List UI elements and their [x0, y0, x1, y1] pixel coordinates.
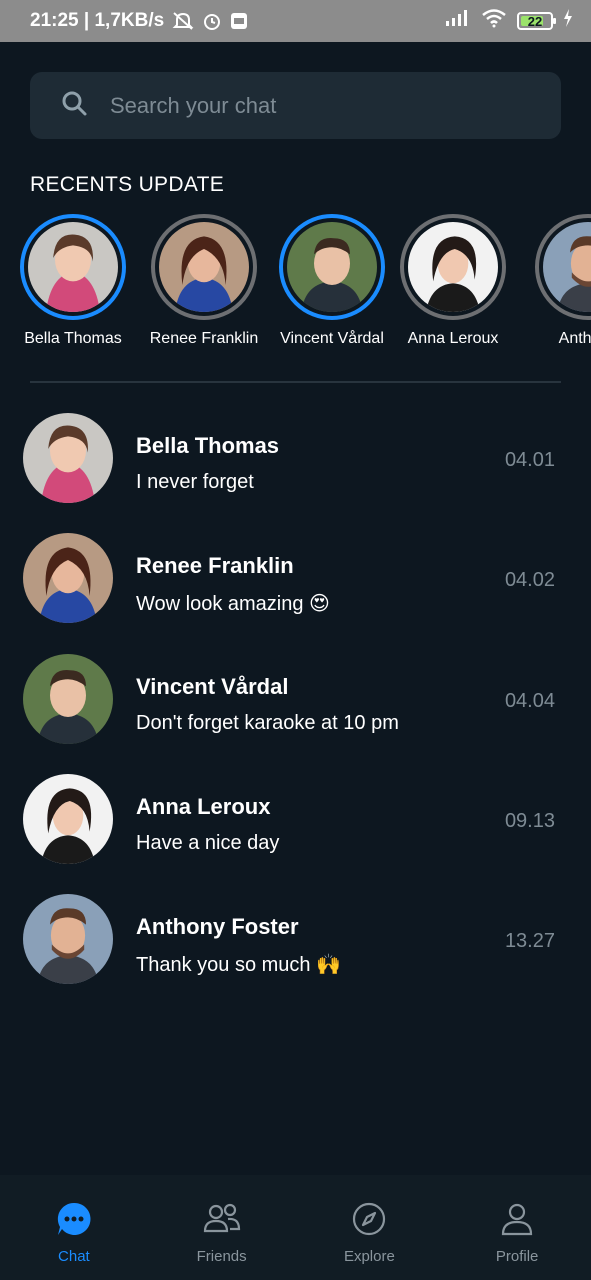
user-icon: [499, 1201, 535, 1242]
nav-chat-label: Chat: [58, 1248, 90, 1265]
story-ring: [279, 214, 385, 320]
raising-hands-emoji-icon: 🙌: [316, 952, 341, 976]
nav-chat[interactable]: Chat: [0, 1175, 148, 1280]
story-item[interactable]: Renee Franklin: [134, 214, 274, 348]
chat-time: 13.27: [504, 930, 555, 952]
story-name: Renee Franklin: [149, 330, 259, 347]
nav-explore-label: Explore: [343, 1248, 395, 1265]
signal-icon: [445, 9, 471, 33]
chat-message: Have a nice day: [136, 832, 280, 854]
charging-icon: [563, 9, 573, 33]
chat-name: Anna Leroux: [136, 794, 271, 819]
avatar: [287, 222, 377, 312]
battery-icon: 22: [517, 12, 556, 30]
avatar: [23, 774, 113, 864]
story-name: Anthony: [558, 330, 591, 347]
story-name: Bella Thomas: [24, 330, 122, 347]
chat-name: Anthony Foster: [136, 914, 299, 939]
chat-time: 09.13: [504, 810, 555, 832]
story-ring: [151, 214, 257, 320]
divider: [30, 381, 561, 383]
chat-bubble-icon: [56, 1201, 92, 1242]
chat-message: Don't forget karaoke at 10 pm: [136, 712, 399, 734]
alarm-icon: [202, 11, 222, 31]
chat-list-item[interactable]: Vincent Vårdal Don't forget karaoke at 1…: [0, 654, 591, 764]
story-name: Vincent Vårdal: [280, 330, 384, 347]
story-ring: [535, 214, 591, 320]
nav-profile-label: Profile: [495, 1248, 539, 1265]
search-input[interactable]: [110, 92, 510, 119]
chat-time: 04.04: [504, 690, 555, 712]
chat-message: I never forget: [136, 471, 254, 493]
story-item[interactable]: Bella Thomas: [3, 214, 143, 348]
chat-name: Renee Franklin: [136, 553, 294, 578]
recents-title: RECENTS UPDATE: [30, 173, 224, 196]
chat-list-item[interactable]: Renee Franklin Wow look amazing 😍 04.02: [0, 533, 591, 643]
story-ring: [400, 214, 506, 320]
wifi-icon: [481, 8, 507, 34]
avatar: [23, 894, 113, 984]
story-ring: [20, 214, 126, 320]
avatar: [28, 222, 118, 312]
nav-profile[interactable]: Profile: [443, 1175, 591, 1280]
story-item[interactable]: Anna Leroux: [383, 214, 523, 348]
status-bar: 21:25 | 1,7KB/s 22: [0, 0, 591, 42]
chat-time: 04.02: [504, 569, 555, 591]
nav-explore[interactable]: Explore: [296, 1175, 444, 1280]
mute-icon: [172, 11, 194, 31]
battery-level: 22: [527, 13, 543, 29]
nav-friends[interactable]: Friends: [148, 1175, 296, 1280]
search-bar[interactable]: [30, 72, 561, 139]
chat-list-item[interactable]: Anthony Foster Thank you so much 🙌 13.27: [0, 894, 591, 1004]
story-item[interactable]: Vincent Vårdal: [262, 214, 402, 348]
avatar: [543, 222, 591, 312]
avatar: [23, 654, 113, 744]
chat-name: Bella Thomas: [136, 433, 280, 458]
story-name: Anna Leroux: [407, 330, 499, 347]
compass-icon: [351, 1201, 387, 1242]
chat-message: Wow look amazing 😍: [136, 591, 330, 615]
chat-list-item[interactable]: Bella Thomas I never forget 04.01: [0, 413, 591, 523]
avatar: [159, 222, 249, 312]
search-icon: [60, 89, 88, 122]
bottom-nav: Chat Friends Explore Profile: [0, 1175, 591, 1280]
status-time-speed: 21:25 | 1,7KB/s: [30, 10, 165, 31]
story-item[interactable]: Anthony: [518, 214, 591, 348]
chat-name: Vincent Vårdal: [136, 674, 289, 699]
avatar: [23, 533, 113, 623]
avatar: [23, 413, 113, 503]
friends-icon: [202, 1201, 242, 1242]
app-notification-icon: [230, 12, 248, 30]
chat-time: 04.01: [504, 449, 555, 471]
chat-list-item[interactable]: Anna Leroux Have a nice day 09.13: [0, 774, 591, 884]
chat-message: Thank you so much 🙌: [136, 952, 341, 976]
avatar: [408, 222, 498, 312]
nav-friends-label: Friends: [196, 1248, 247, 1265]
heart-eyes-emoji-icon: 😍: [309, 591, 330, 615]
stories-row[interactable]: Bella Thomas Renee Franklin Vincent Vård…: [0, 214, 591, 364]
